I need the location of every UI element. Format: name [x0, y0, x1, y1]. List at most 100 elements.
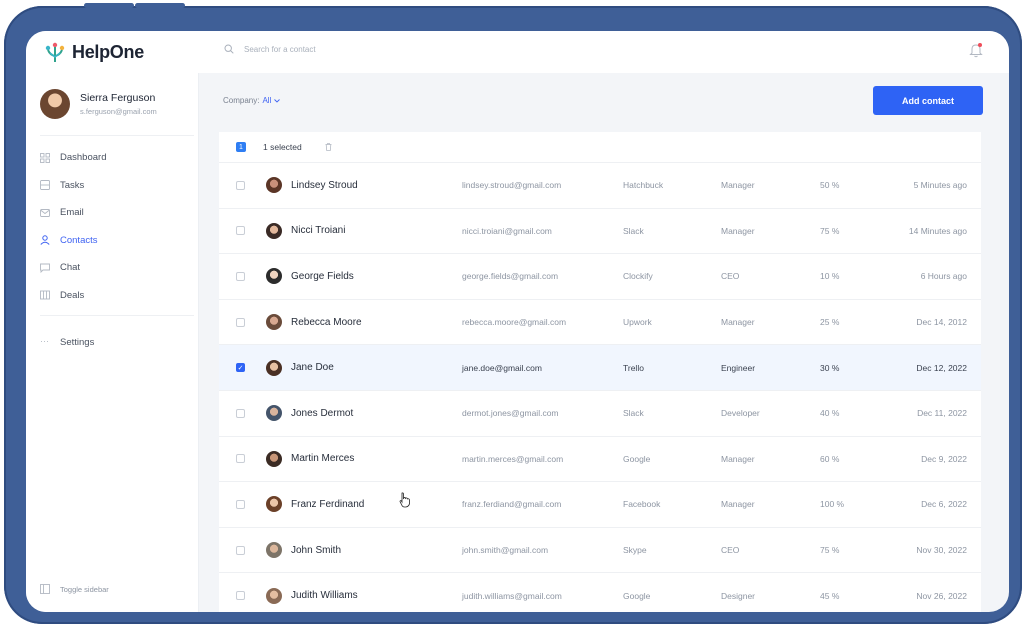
- avatar: [266, 450, 282, 467]
- row-checkbox[interactable]: [236, 591, 245, 601]
- chat-icon: [40, 263, 50, 273]
- contact-date: Dec 14, 2012: [916, 317, 967, 328]
- sidebar-item-email[interactable]: Email: [40, 199, 190, 227]
- profile-name: Sierra Ferguson: [80, 92, 156, 104]
- table-header: 1 1 selected: [219, 132, 981, 163]
- selected-count: 1 selected: [263, 142, 302, 152]
- sidebar-item-label: Email: [60, 207, 84, 219]
- contact-date: 5 Minutes ago: [913, 180, 967, 191]
- contact-name[interactable]: Nicci Troiani: [291, 225, 462, 236]
- contact-name[interactable]: George Fields: [291, 271, 462, 282]
- contact-percent: 60 %: [820, 453, 840, 464]
- contact-email: lindsey.stroud@gmail.com: [462, 180, 562, 191]
- mouse-cursor-icon: [399, 492, 410, 508]
- contact-company: Trello: [623, 362, 644, 373]
- app-logo[interactable]: HelpOne: [44, 41, 144, 63]
- search-input[interactable]: Search for a contact: [224, 44, 316, 54]
- sidebar-nav: Dashboard Tasks Email Contacts Chat Deal…: [40, 144, 190, 309]
- contact-name[interactable]: Rebecca Moore: [291, 317, 462, 328]
- sidebar: HelpOne Sierra Ferguson s.ferguson@gmail…: [26, 31, 199, 612]
- sidebar-item-label: Deals: [60, 289, 85, 301]
- deals-icon: [40, 290, 50, 300]
- select-all-checkbox[interactable]: 1: [236, 142, 246, 152]
- trash-icon[interactable]: [325, 143, 332, 151]
- row-checkbox[interactable]: [236, 408, 245, 418]
- sidebar-item-dashboard[interactable]: Dashboard: [40, 144, 190, 172]
- contact-company: Skype: [623, 545, 647, 556]
- sidebar-item-label: Contacts: [60, 234, 98, 246]
- avatar: [266, 587, 282, 604]
- avatar: [266, 177, 282, 194]
- sidebar-item-label: Chat: [60, 262, 81, 274]
- row-checkbox[interactable]: [236, 271, 245, 281]
- contact-role: Manager: [721, 225, 755, 236]
- table-row[interactable]: Franz Ferdinand franz.ferdiand@gmail.com F…: [219, 482, 981, 528]
- contact-date: Dec 12, 2022: [916, 362, 967, 373]
- notification-bell-icon[interactable]: [969, 42, 983, 58]
- company-filter[interactable]: Company: All: [223, 96, 281, 105]
- table-row[interactable]: Rebecca Moore rebecca.moore@gmail.com Upwo…: [219, 300, 981, 346]
- row-checkbox[interactable]: [236, 226, 245, 236]
- contact-email: martin.merces@gmail.com: [462, 453, 564, 464]
- avatar: [266, 268, 282, 285]
- profile-email: s.ferguson@gmail.com: [80, 107, 157, 116]
- sidebar-divider: [40, 135, 194, 136]
- contact-company: Slack: [623, 408, 644, 419]
- add-contact-button[interactable]: Add contact: [873, 86, 983, 115]
- contact-percent: 50 %: [820, 180, 840, 191]
- contact-email: franz.ferdiand@gmail.com: [462, 499, 562, 510]
- contact-role: Designer: [721, 590, 756, 601]
- table-row[interactable]: George Fields george.fields@gmail.com Cloc…: [219, 254, 981, 300]
- contact-percent: 10 %: [820, 271, 840, 282]
- table-row[interactable]: ✓ Jane Doe jane.doe@gmail.com Trello Enginee…: [219, 345, 981, 391]
- contact-percent: 40 %: [820, 408, 840, 419]
- contact-email: rebecca.moore@gmail.com: [462, 317, 567, 328]
- row-checkbox[interactable]: [236, 180, 245, 190]
- contact-company: Google: [623, 453, 651, 464]
- contact-date: Nov 26, 2022: [916, 590, 967, 601]
- row-checkbox[interactable]: [236, 317, 245, 327]
- row-checkbox[interactable]: [236, 545, 245, 555]
- avatar: [266, 496, 282, 513]
- table-row[interactable]: Nicci Troiani nicci.troiani@gmail.com Slac…: [219, 209, 981, 255]
- contact-role: Engineer: [721, 362, 756, 373]
- table-row[interactable]: Lindsey Stroud lindsey.stroud@gmail.com Ha…: [219, 163, 981, 209]
- row-checkbox[interactable]: [236, 499, 245, 509]
- chevron-down-icon: [274, 98, 281, 103]
- table-row[interactable]: Judith Williams judith.williams@gmail.com…: [219, 573, 981, 612]
- contact-name[interactable]: John Smith: [291, 545, 462, 556]
- contact-name[interactable]: Franz Ferdinand: [291, 499, 462, 510]
- avatar: [266, 359, 282, 376]
- company-filter-value: All: [262, 96, 272, 105]
- user-profile[interactable]: Sierra Ferguson s.ferguson@gmail.com: [40, 89, 157, 119]
- table-row[interactable]: Jones Dermot dermot.jones@gmail.com Slack D…: [219, 391, 981, 437]
- sidebar-item-deals[interactable]: Deals: [40, 282, 190, 310]
- logo-icon: [45, 42, 65, 62]
- avatar: [266, 405, 282, 422]
- contact-name[interactable]: Martin Merces: [291, 453, 462, 464]
- top-bar: Search for a contact: [198, 31, 1009, 73]
- contact-percent: 25 %: [820, 317, 840, 328]
- contact-name[interactable]: Judith Williams: [291, 590, 462, 601]
- contact-name[interactable]: Lindsey Stroud: [291, 180, 462, 191]
- sidebar-item-tasks[interactable]: Tasks: [40, 172, 190, 200]
- sidebar-item-chat[interactable]: Chat: [40, 254, 190, 282]
- contact-name[interactable]: Jones Dermot: [291, 408, 462, 419]
- avatar: [266, 542, 282, 559]
- toggle-sidebar-button[interactable]: Toggle sidebar: [40, 584, 109, 594]
- sidebar-item-settings[interactable]: ··· Settings: [40, 329, 94, 357]
- row-checkbox[interactable]: ✓: [236, 363, 245, 373]
- device-button: [84, 3, 134, 8]
- contact-role: CEO: [721, 271, 740, 282]
- row-checkbox[interactable]: [236, 454, 245, 464]
- table-row[interactable]: Martin Merces martin.merces@gmail.com Goog…: [219, 437, 981, 483]
- contact-role: Manager: [721, 180, 755, 191]
- contact-percent: 100 %: [820, 499, 845, 510]
- table-row[interactable]: John Smith john.smith@gmail.com Skype CEO 75…: [219, 528, 981, 574]
- contact-name[interactable]: Jane Doe: [291, 362, 462, 373]
- sidebar-item-contacts[interactable]: Contacts: [40, 227, 190, 255]
- sidebar-item-label: Tasks: [60, 179, 85, 191]
- toggle-sidebar-label: Toggle sidebar: [60, 584, 109, 594]
- contact-date: Dec 6, 2022: [921, 499, 967, 510]
- company-filter-label: Company:: [223, 96, 260, 105]
